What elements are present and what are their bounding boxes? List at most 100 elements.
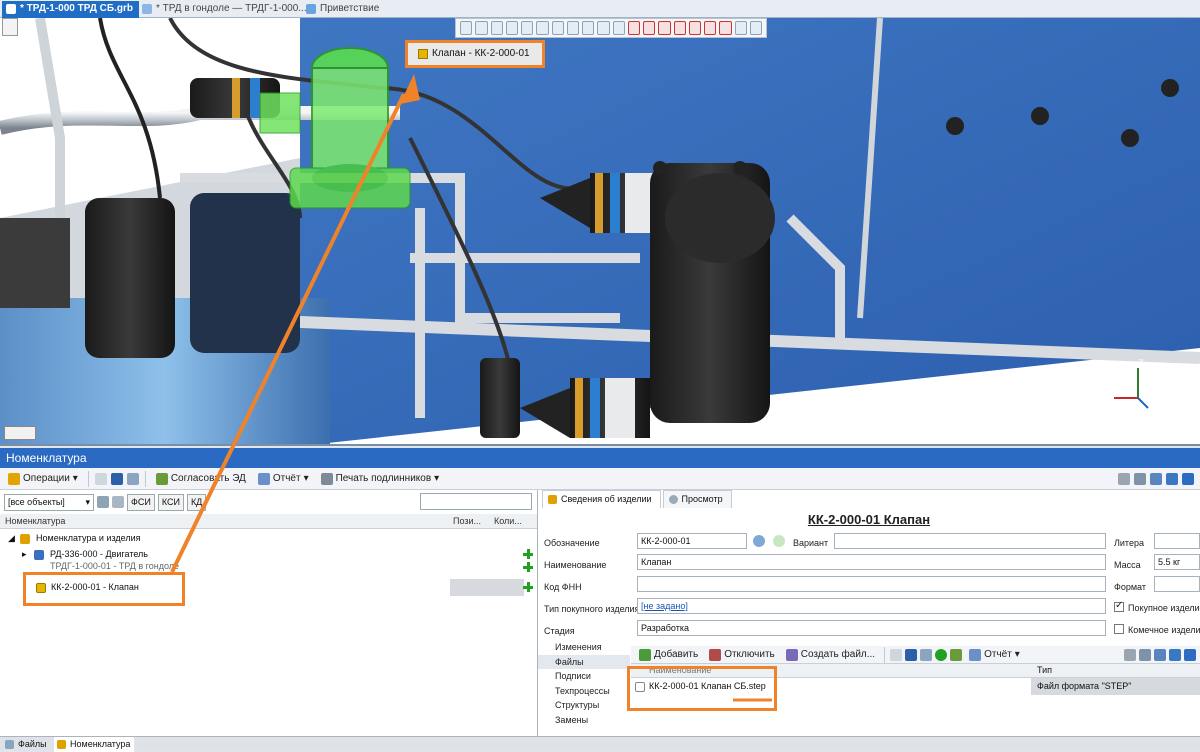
expand-icon[interactable]: ▸	[22, 546, 27, 563]
collapse-icon[interactable]: ◢	[8, 530, 15, 547]
grid-icon[interactable]	[536, 21, 549, 35]
cube-view-icon[interactable]	[688, 21, 701, 35]
cube-view-icon[interactable]	[719, 21, 732, 35]
tree-row[interactable]: ▸ РД-336-000 - Двигатель	[0, 546, 537, 563]
3d-model-scene[interactable]	[0, 18, 1200, 446]
column-position[interactable]: Пози...	[453, 516, 481, 526]
files-toolbar: Добавить Отключить Создать файл... Отчёт…	[631, 646, 1200, 664]
filter-icon[interactable]	[112, 496, 124, 508]
tab-welcome[interactable]: Приветствие	[302, 1, 385, 18]
side-item-files[interactable]: Файлы	[538, 654, 630, 669]
add-circle-icon[interactable]	[935, 648, 948, 661]
layout-icon[interactable]	[1150, 472, 1162, 485]
approve-button[interactable]: Согласовать ЭД	[152, 470, 250, 488]
window-icon[interactable]	[1166, 472, 1178, 485]
side-item-structures[interactable]: Структуры	[538, 698, 630, 713]
operations-menu[interactable]: Операции ▾	[4, 470, 82, 488]
fnn-code-field[interactable]	[637, 576, 1106, 592]
ksi-button[interactable]: КСИ	[157, 493, 184, 511]
edit-icon[interactable]	[890, 648, 903, 661]
add-icon[interactable]	[523, 582, 533, 592]
fnn-code-label: Код ФНН	[544, 582, 582, 592]
printer-icon	[320, 472, 333, 485]
camera-icon[interactable]	[749, 21, 762, 35]
print-icon[interactable]	[1118, 472, 1130, 485]
variant-field[interactable]	[834, 533, 1106, 549]
column-quantity[interactable]: Коли...	[494, 516, 522, 526]
search-icon[interactable]	[97, 496, 109, 508]
save-icon[interactable]	[110, 472, 123, 485]
object-filter-select[interactable]: [все объекты] ▾	[4, 493, 94, 511]
report-menu[interactable]: Отчёт ▾	[254, 470, 313, 488]
rotate-icon[interactable]	[597, 21, 610, 35]
files-report-menu[interactable]: Отчёт ▾	[965, 646, 1024, 664]
column-file-type[interactable]: Тип	[1037, 665, 1052, 675]
filter-icon[interactable]	[521, 21, 534, 35]
approve-icon[interactable]	[950, 648, 963, 661]
mass-field[interactable]: 5.5 кг	[1154, 554, 1200, 570]
print-originals-menu[interactable]: Печать подлинников ▾	[317, 470, 444, 488]
refresh-icon[interactable]	[1182, 472, 1194, 485]
tree-row[interactable]: ТРДГ-1-000-01 - ТРД в гондоле	[0, 562, 537, 572]
side-item-replacements[interactable]: Замены	[538, 713, 630, 728]
axis-icon[interactable]	[582, 21, 595, 35]
camera-icon[interactable]	[734, 21, 747, 35]
name-field[interactable]: Клапан	[637, 554, 1106, 570]
refresh-icon[interactable]	[1184, 648, 1196, 661]
filter-icon[interactable]	[490, 21, 503, 35]
3d-viewport[interactable]: Клапан - КК-2-000-01 Z X	[0, 18, 1200, 446]
user-icon[interactable]	[1139, 648, 1151, 661]
column-nomenclature[interactable]: Номенклатура	[5, 516, 65, 526]
filter-icon[interactable]	[475, 21, 488, 35]
cube-view-icon[interactable]	[704, 21, 717, 35]
create-file-button[interactable]: Создать файл...	[782, 646, 879, 664]
final-item-checkbox[interactable]	[1114, 624, 1124, 634]
purchased-checkbox[interactable]	[1114, 600, 1124, 612]
layout-icon[interactable]	[1154, 648, 1166, 661]
tree-row[interactable]: ◢ Номенклатура и изделия	[0, 530, 537, 547]
purchased-label: Покупное изделие	[1128, 603, 1200, 613]
refresh-icon[interactable]	[773, 535, 785, 547]
pencil-icon[interactable]	[612, 21, 625, 35]
fsi-button[interactable]: ФСИ	[127, 493, 155, 511]
tab-trd-gondola[interactable]: * ТРД в гондоле — ТРДГ-1-000...	[138, 1, 313, 18]
format-select[interactable]	[1154, 576, 1200, 592]
side-item-signatures[interactable]: Подписи	[538, 669, 630, 684]
cube-view-icon[interactable]	[673, 21, 686, 35]
navigation-field[interactable]	[420, 493, 532, 510]
save-icon[interactable]	[905, 648, 918, 661]
refresh-icon[interactable]	[920, 648, 933, 661]
view-mode-icon[interactable]	[4, 426, 36, 440]
side-item-changes[interactable]: Изменения	[538, 640, 630, 655]
stage-field[interactable]: Разработка	[637, 620, 1106, 636]
window-icon[interactable]	[1169, 648, 1181, 661]
detach-file-button[interactable]: Отключить	[705, 646, 779, 664]
purchase-type-field[interactable]: [не задано]	[637, 598, 1106, 614]
tree-toggle-icon[interactable]	[2, 18, 18, 36]
user-icon[interactable]	[1134, 472, 1146, 485]
axis-icon[interactable]	[566, 21, 579, 35]
info-icon[interactable]	[753, 535, 765, 547]
add-icon[interactable]	[523, 562, 533, 572]
assembly-icon	[34, 550, 44, 560]
add-icon[interactable]	[523, 549, 533, 559]
tab-item-info[interactable]: Сведения об изделии	[542, 490, 661, 508]
statusbar-tab-files[interactable]: Файлы	[2, 737, 52, 752]
edit-icon[interactable]	[94, 472, 107, 485]
refresh-icon[interactable]	[126, 472, 139, 485]
add-file-button[interactable]: Добавить	[635, 646, 702, 664]
grid-icon[interactable]	[551, 21, 564, 35]
litera-select[interactable]	[1154, 533, 1200, 549]
print-icon[interactable]	[1124, 648, 1136, 661]
side-item-processes[interactable]: Техпроцессы	[538, 684, 630, 699]
designation-field[interactable]: КК-2-000-01	[637, 533, 747, 549]
cube-view-icon[interactable]	[658, 21, 671, 35]
filter-icon[interactable]	[460, 21, 473, 35]
tab-trd-assembly[interactable]: * ТРД-1-000 ТРД СБ.grb	[2, 1, 139, 18]
check-icon[interactable]	[505, 21, 518, 35]
statusbar-tab-nomenclature[interactable]: Номенклатура	[54, 737, 134, 752]
tab-preview[interactable]: Просмотр	[662, 490, 732, 508]
kd-button[interactable]: КД	[186, 493, 207, 511]
cube-view-icon[interactable]	[627, 21, 640, 35]
cube-view-icon[interactable]	[643, 21, 656, 35]
